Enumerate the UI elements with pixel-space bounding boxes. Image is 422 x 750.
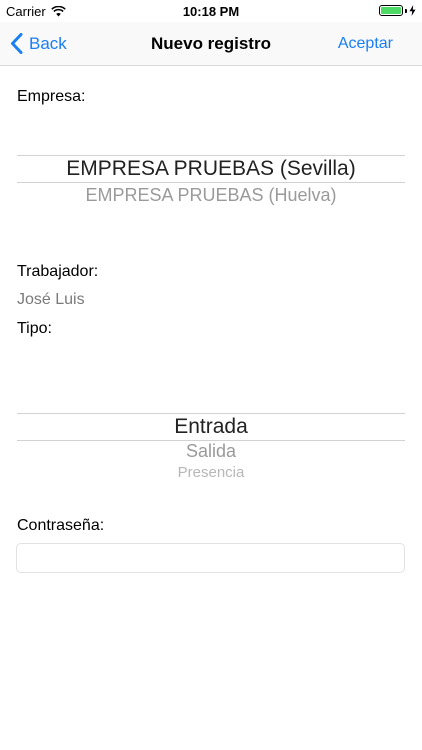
battery-fill	[381, 7, 401, 14]
empresa-label: Empresa:	[17, 88, 86, 105]
back-label: Back	[29, 33, 67, 53]
password-label: Contraseña:	[17, 517, 105, 534]
picker-selection-top-line	[17, 155, 405, 156]
tipo-option-selected[interactable]: Entrada	[17, 415, 405, 439]
tipo-option[interactable]: Salida	[17, 441, 405, 462]
password-input[interactable]	[16, 543, 405, 573]
picker-selection-bottom-line	[17, 182, 405, 183]
tipo-picker[interactable]: Entrada Salida Presencia	[17, 408, 405, 483]
trabajador-value: José Luis	[17, 291, 85, 308]
battery-icon	[379, 5, 403, 16]
status-time: 10:18 PM	[182, 4, 240, 19]
battery-tip	[405, 8, 407, 13]
status-bar: Carrier 10:18 PM	[0, 0, 422, 22]
chevron-left-icon	[10, 33, 23, 54]
trabajador-label: Trabajador:	[17, 263, 99, 280]
empresa-option-selected[interactable]: EMPRESA PRUEBAS (Sevilla)	[17, 157, 405, 181]
charging-icon	[409, 5, 416, 16]
accept-button[interactable]: Aceptar	[338, 22, 393, 65]
navigation-bar: Back Nuevo registro Aceptar	[0, 22, 422, 66]
back-button[interactable]: Back	[10, 22, 67, 65]
screen: Carrier 10:18 PM Back Nuevo registro Ace…	[0, 0, 422, 750]
empresa-picker[interactable]: EMPRESA PRUEBAS (Sevilla) EMPRESA PRUEBA…	[17, 150, 405, 220]
tipo-option[interactable]: Presencia	[17, 464, 405, 481]
picker-selection-top-line	[17, 413, 405, 414]
empresa-option[interactable]: EMPRESA PRUEBAS (Huelva)	[17, 185, 405, 206]
tipo-label: Tipo:	[17, 320, 52, 337]
status-right	[379, 5, 416, 16]
